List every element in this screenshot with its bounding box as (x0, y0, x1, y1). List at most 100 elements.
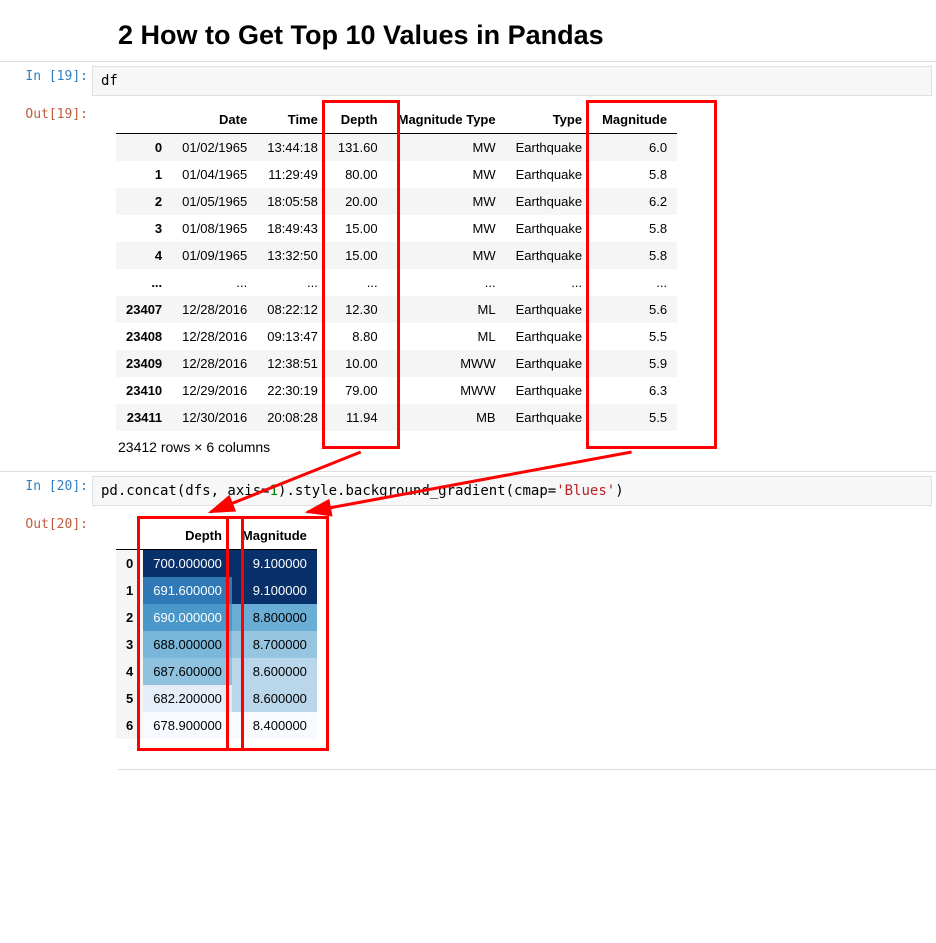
row-index: 6 (116, 712, 143, 739)
cell: 12/28/2016 (172, 323, 257, 350)
cell: ML (388, 296, 506, 323)
cell: Earthquake (506, 134, 593, 162)
cell: 13:32:50 (257, 242, 328, 269)
code-input[interactable]: pd.concat(dfs, axis=1).style.background_… (92, 476, 932, 506)
cell: MWW (388, 377, 506, 404)
cell: ... (506, 269, 593, 296)
cell: 6.2 (592, 188, 677, 215)
cell: 12/30/2016 (172, 404, 257, 431)
cell: Earthquake (506, 350, 593, 377)
cell: 09:13:47 (257, 323, 328, 350)
table-row: 2341112/30/201620:08:2811.94MBEarthquake… (116, 404, 677, 431)
column-header: Magnitude (592, 106, 677, 134)
table-row: 301/08/196518:49:4315.00MWEarthquake5.8 (116, 215, 677, 242)
row-index: 0 (116, 550, 143, 578)
table-row: 0700.0000009.100000 (116, 550, 317, 578)
column-header: Magnitude (232, 522, 317, 550)
cell: 12:38:51 (257, 350, 328, 377)
row-index: 3 (116, 215, 172, 242)
column-header: Depth (143, 522, 232, 550)
row-index: ... (116, 269, 172, 296)
cell: 12/28/2016 (172, 296, 257, 323)
cell: Earthquake (506, 377, 593, 404)
cell: MW (388, 215, 506, 242)
cell: ... (172, 269, 257, 296)
cell: ... (257, 269, 328, 296)
code-input[interactable]: df (92, 66, 932, 96)
cell: 9.100000 (232, 577, 317, 604)
table-row: ..................... (116, 269, 677, 296)
column-header: Date (172, 106, 257, 134)
table-row: 101/04/196511:29:4980.00MWEarthquake5.8 (116, 161, 677, 188)
cell: 20:08:28 (257, 404, 328, 431)
section-heading: 2 How to Get Top 10 Values in Pandas (118, 20, 936, 51)
row-index: 4 (116, 658, 143, 685)
output-cell-19: Out[19]: DateTimeDepthMagnitude TypeType… (0, 100, 936, 471)
cell: 8.80 (328, 323, 388, 350)
cell: 5.8 (592, 161, 677, 188)
cell: 11.94 (328, 404, 388, 431)
out-prompt: Out[19]: (0, 100, 92, 124)
row-index: 23408 (116, 323, 172, 350)
dataframe-table: DateTimeDepthMagnitude TypeTypeMagnitude… (116, 106, 677, 431)
cell: 10.00 (328, 350, 388, 377)
cell: MW (388, 242, 506, 269)
cell: 01/04/1965 (172, 161, 257, 188)
row-index: 23409 (116, 350, 172, 377)
cell: ML (388, 323, 506, 350)
cell: 690.000000 (143, 604, 232, 631)
cell: Earthquake (506, 296, 593, 323)
cell: 5.6 (592, 296, 677, 323)
row-index: 0 (116, 134, 172, 162)
cell: MB (388, 404, 506, 431)
cell: MW (388, 188, 506, 215)
table-row: 6678.9000008.400000 (116, 712, 317, 739)
column-header: Depth (328, 106, 388, 134)
cell: 01/09/1965 (172, 242, 257, 269)
row-index: 4 (116, 242, 172, 269)
cell: 8.400000 (232, 712, 317, 739)
row-index: 23411 (116, 404, 172, 431)
cell: 8.600000 (232, 658, 317, 685)
cell: Earthquake (506, 161, 593, 188)
cell: 5.8 (592, 215, 677, 242)
table-row: 5682.2000008.600000 (116, 685, 317, 712)
row-index: 1 (116, 577, 143, 604)
row-index: 2 (116, 188, 172, 215)
cell: Earthquake (506, 323, 593, 350)
cell: 18:49:43 (257, 215, 328, 242)
table-row: 201/05/196518:05:5820.00MWEarthquake6.2 (116, 188, 677, 215)
cell: 80.00 (328, 161, 388, 188)
column-header (116, 522, 143, 550)
cell: 682.200000 (143, 685, 232, 712)
cell: 691.600000 (143, 577, 232, 604)
cell: MW (388, 161, 506, 188)
table-row: 3688.0000008.700000 (116, 631, 317, 658)
cell: 5.5 (592, 404, 677, 431)
input-cell-20: In [20]: pd.concat(dfs, axis=1).style.ba… (0, 472, 936, 510)
cell: 20.00 (328, 188, 388, 215)
row-index: 3 (116, 631, 143, 658)
cell: 18:05:58 (257, 188, 328, 215)
row-index: 2 (116, 604, 143, 631)
cell: 15.00 (328, 215, 388, 242)
in-prompt: In [19]: (0, 62, 92, 86)
out-prompt: Out[20]: (0, 510, 92, 534)
cell: 01/02/1965 (172, 134, 257, 162)
cell: MW (388, 134, 506, 162)
cell: 01/08/1965 (172, 215, 257, 242)
table-row: 2340712/28/201608:22:1212.30MLEarthquake… (116, 296, 677, 323)
cell: 79.00 (328, 377, 388, 404)
cell: ... (388, 269, 506, 296)
table-row: 2341012/29/201622:30:1979.00MWWEarthquak… (116, 377, 677, 404)
output-area: DateTimeDepthMagnitude TypeTypeMagnitude… (92, 100, 677, 471)
row-index: 23410 (116, 377, 172, 404)
cell: 6.3 (592, 377, 677, 404)
cell: 12.30 (328, 296, 388, 323)
cell: ... (592, 269, 677, 296)
table-row: 2690.0000008.800000 (116, 604, 317, 631)
cell: 15.00 (328, 242, 388, 269)
cell: 01/05/1965 (172, 188, 257, 215)
table-row: 401/09/196513:32:5015.00MWEarthquake5.8 (116, 242, 677, 269)
table-row: 4687.6000008.600000 (116, 658, 317, 685)
